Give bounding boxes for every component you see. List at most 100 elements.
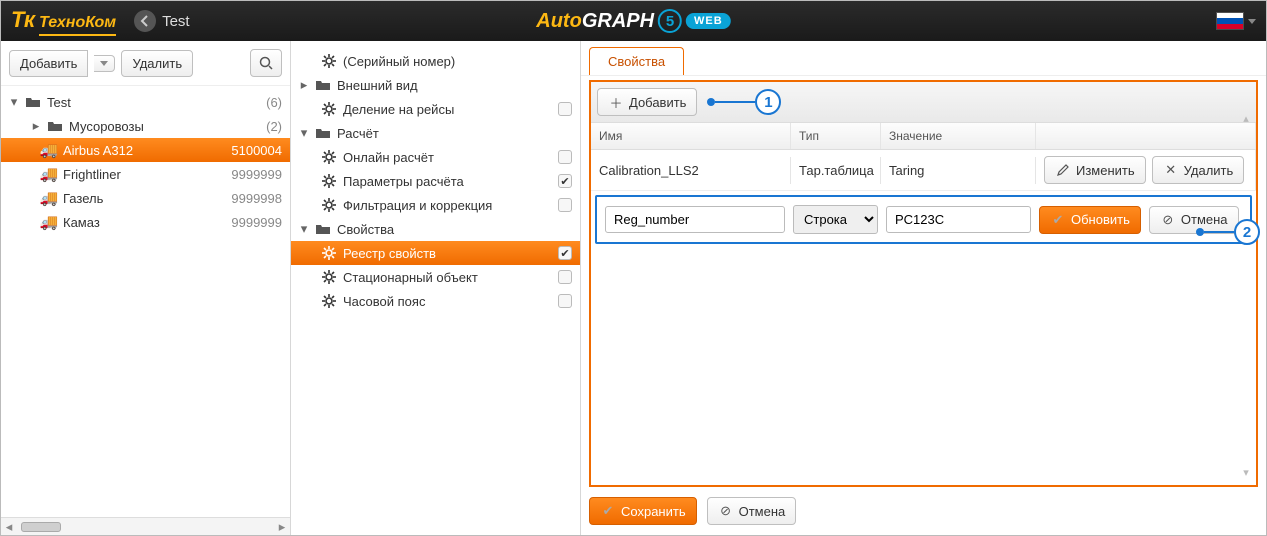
property-row: Calibration_LLS2 Тар.таблица Taring Изме… [591,150,1256,191]
cancel-icon: ⊘ [1160,212,1176,228]
delete-button-label: Удалить [132,56,182,71]
cancel-button[interactable]: ⊘ Отмена [707,497,797,525]
vertical-scrollbar[interactable]: ▴▾ [1238,112,1254,479]
tree-item-label: Мусоровозы [69,119,260,134]
scroll-up-icon: ▴ [1243,112,1249,125]
callout-1: 1 [707,89,781,115]
edit-property-button[interactable]: Изменить [1044,156,1146,184]
properties-body: Calibration_LLS2 Тар.таблица Taring Изме… [591,150,1256,485]
save-button-label: Сохранить [621,504,686,519]
settings-checkbox[interactable] [558,102,572,116]
search-icon [258,55,274,71]
tree-item-meta: (6) [266,95,282,110]
prop-value: Taring [881,157,1036,184]
tree-vehicle[interactable]: 🚚Frightliner9999999 [1,162,290,186]
add-button-label: Добавить [20,56,77,71]
scroll-right-icon: ▸ [274,519,290,535]
cancel-property-button[interactable]: ⊘ Отмена [1149,206,1239,234]
close-icon: ✕ [1163,162,1179,178]
left-panel: Добавить Удалить ▾Test(6)▸Мусоровозы(2)🚚… [1,41,291,535]
vehicle-tree[interactable]: ▾Test(6)▸Мусоровозы(2)🚚Airbus A312510000… [1,86,290,517]
settings-item[interactable]: Часовой пояс [291,289,580,313]
brand-logo: Тк ТехноКом [11,7,116,36]
save-button[interactable]: ✔ Сохранить [589,497,697,525]
scroll-thumb[interactable] [21,522,61,532]
edit-property-label: Изменить [1076,163,1135,178]
add-button[interactable]: Добавить [9,50,88,77]
tree-vehicle[interactable]: 🚚Камаз9999999 [1,210,290,234]
settings-checkbox[interactable] [558,270,572,284]
settings-group[interactable]: ▸Внешний вид [291,73,580,97]
tree-item-meta: 5100004 [231,143,282,158]
brand-company: ТехноКом [39,14,116,36]
folder-icon [315,125,331,141]
tree-vehicle[interactable]: 🚚 Airbus A312 5100004 [1,138,290,162]
settings-item[interactable]: Онлайн расчёт [291,145,580,169]
check-icon: ✔ [600,503,616,519]
truck-icon: 🚚 [41,214,57,230]
flag-ru-icon [1216,12,1244,30]
settings-item-label: Онлайн расчёт [343,150,552,165]
horizontal-scrollbar[interactable]: ◂ ▸ [1,517,290,535]
gear-icon [321,101,337,117]
prop-value-input[interactable] [886,206,1031,233]
settings-group[interactable]: ▾Расчёт [291,121,580,145]
tree-folder[interactable]: ▸Мусоровозы(2) [1,114,290,138]
update-property-button[interactable]: ✔ Обновить [1039,206,1141,234]
settings-item[interactable]: Параметры расчёта [291,169,580,193]
properties-tabs: Свойства [581,41,1266,76]
tree-item-label: Airbus A312 [63,143,225,158]
logo-web-badge: WEB [686,13,731,29]
settings-item[interactable]: Деление на рейсы [291,97,580,121]
property-edit-row: Строка ✔ Обновить ⊘ Отмена [595,195,1252,244]
language-switch[interactable] [1216,12,1256,30]
expand-icon: ▸ [299,77,309,93]
gear-icon [321,173,337,189]
col-value: Значение [881,123,1036,149]
search-button[interactable] [250,49,282,77]
add-property-button[interactable]: ＋ Добавить [597,88,697,116]
cancel-property-label: Отмена [1181,212,1228,227]
gear-icon [321,269,337,285]
back-icon [134,10,156,32]
prop-type: Тар.таблица [791,157,881,184]
tree-vehicle[interactable]: 🚚Газель9999998 [1,186,290,210]
prop-name: Calibration_LLS2 [591,157,791,184]
tab-properties[interactable]: Свойства [589,47,684,75]
gear-icon [321,245,337,261]
properties-toolbar: ＋ Добавить 1 [591,82,1256,123]
add-button-caret[interactable] [94,55,115,72]
settings-checkbox[interactable] [558,294,572,308]
settings-item-label: Часовой пояс [343,294,552,309]
settings-item[interactable]: Реестр свойств [291,241,580,265]
settings-checkbox[interactable] [558,174,572,188]
settings-item[interactable]: Стационарный объект [291,265,580,289]
settings-panel: (Серийный номер)▸Внешний видДеление на р… [291,41,581,535]
prop-type-select[interactable]: Строка [793,205,878,234]
back-button[interactable]: Test [134,10,190,32]
topbar: Тк ТехноКом Test AutoGRAPH 5 WEB [1,1,1266,41]
add-property-label: Добавить [629,95,686,110]
plus-icon: ＋ [608,94,624,110]
settings-item[interactable]: Фильтрация и коррекция [291,193,580,217]
brand-tk: Тк [11,7,35,33]
delete-property-button[interactable]: ✕ Удалить [1152,156,1245,184]
settings-group[interactable]: ▾Свойства [291,217,580,241]
tree-folder[interactable]: ▾Test(6) [1,90,290,114]
back-label: Test [162,13,190,30]
scroll-left-icon: ◂ [1,519,17,535]
col-type: Тип [791,123,881,149]
settings-item[interactable]: (Серийный номер) [291,49,580,73]
delete-button[interactable]: Удалить [121,50,193,77]
settings-tree[interactable]: (Серийный номер)▸Внешний видДеление на р… [291,41,580,535]
expand-icon: ▾ [299,125,309,141]
expand-icon: ▸ [31,118,41,134]
truck-icon: 🚚 [41,142,57,158]
settings-checkbox[interactable] [558,246,572,260]
pencil-icon [1055,162,1071,178]
settings-checkbox[interactable] [558,198,572,212]
gear-icon [321,53,337,69]
chevron-down-icon [100,61,108,66]
settings-checkbox[interactable] [558,150,572,164]
prop-name-input[interactable] [605,206,785,233]
